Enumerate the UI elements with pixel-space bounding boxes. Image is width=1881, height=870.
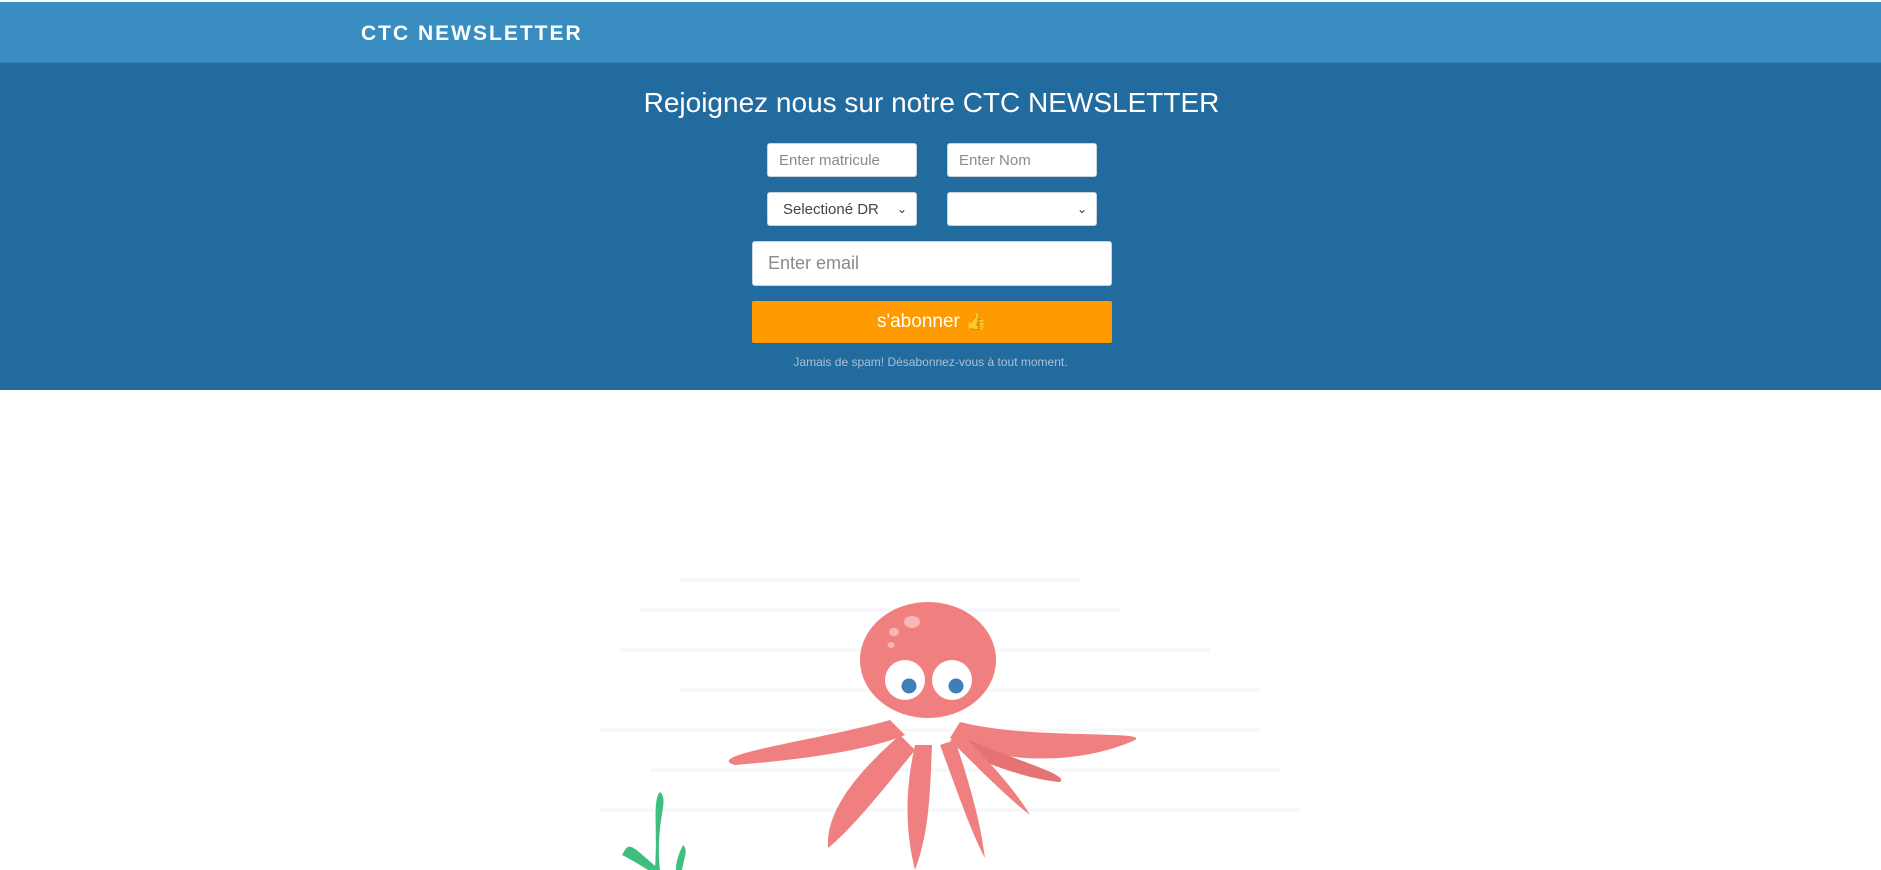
top-navbar: CTC NEWSLETTER	[0, 2, 1881, 63]
dr-select[interactable]: Selectioné DR ⌄	[767, 192, 917, 226]
chevron-down-icon: ⌄	[1076, 202, 1087, 216]
thumbs-up-icon: 👍	[965, 312, 988, 331]
spam-disclaimer: Jamais de spam! Désabonnez-vous à tout m…	[793, 355, 1068, 369]
email-input[interactable]	[752, 241, 1112, 286]
octopus-icon	[728, 602, 1137, 870]
newsletter-signup-section: Rejoignez nous sur notre CTC NEWSLETTER …	[0, 63, 1881, 390]
secondary-select[interactable]: ⌄	[947, 192, 1097, 226]
subscribe-button-label: s'abonner	[876, 311, 960, 332]
signup-headline: Rejoignez nous sur notre CTC NEWSLETTER	[643, 87, 1220, 118]
seaweed-icon	[622, 792, 686, 870]
dr-select-value: Selectioné DR	[783, 200, 879, 218]
brand-title[interactable]: CTC NEWSLETTER	[361, 22, 583, 46]
chevron-down-icon: ⌄	[896, 202, 907, 216]
nom-input[interactable]	[947, 143, 1097, 177]
matricule-input[interactable]	[767, 143, 917, 177]
octopus-illustration	[600, 578, 1300, 870]
subscribe-button[interactable]: s'abonner 👍	[752, 301, 1112, 343]
